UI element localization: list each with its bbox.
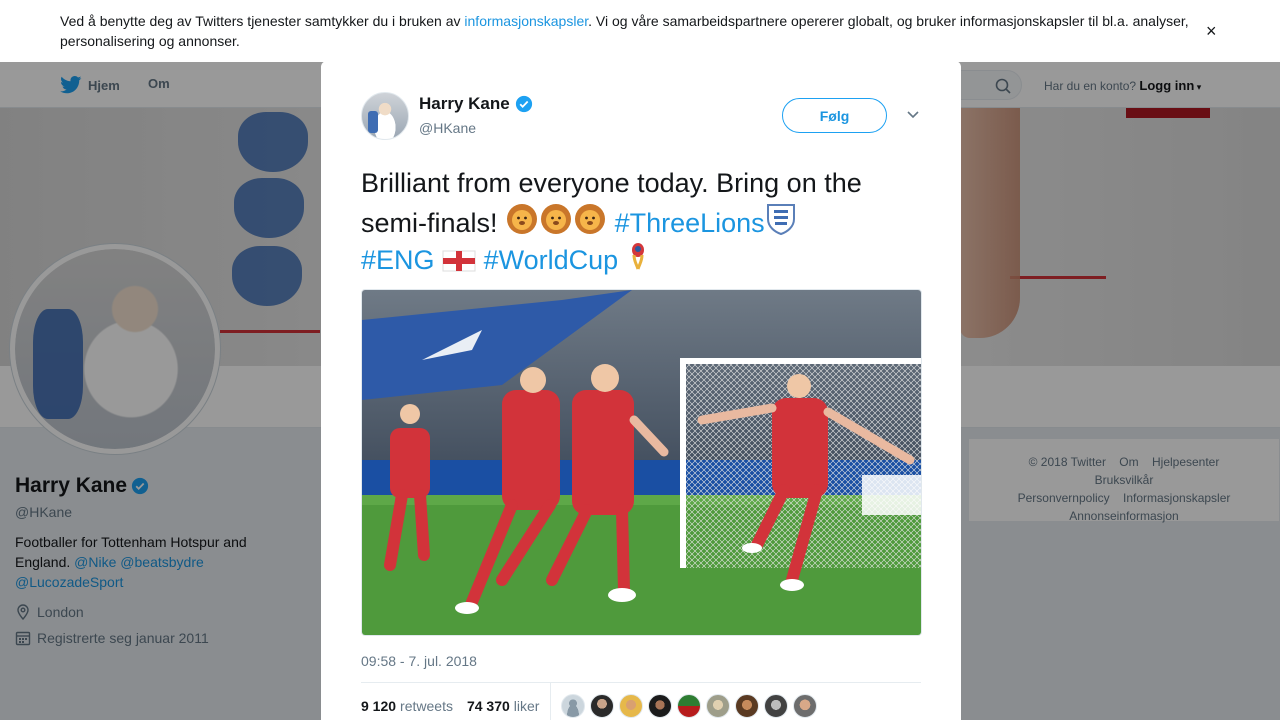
liker-avatar[interactable] — [677, 693, 702, 718]
tweet-text-line2: semi-finals! — [361, 207, 498, 238]
tweet-header: Harry Kane @HKane Følg — [361, 61, 921, 166]
liker-avatar[interactable] — [561, 693, 586, 718]
tweet-modal: Harry Kane @HKane Følg Brilliant from ev… — [321, 61, 961, 720]
liker-avatars — [561, 693, 818, 718]
retweets-count: 9 120 — [361, 697, 397, 714]
liker-avatar[interactable] — [590, 693, 615, 718]
tweet-text: Brilliant from everyone today. Bring on … — [361, 166, 921, 279]
author-name-text: Harry Kane — [419, 94, 510, 113]
lion-emoji-icon — [575, 203, 606, 234]
author-handle[interactable]: @HKane — [419, 120, 476, 136]
liker-avatar[interactable] — [648, 693, 673, 718]
lion-emoji-icon — [541, 203, 572, 234]
liker-avatar[interactable] — [735, 693, 760, 718]
hashtag-eng[interactable]: #ENG — [361, 245, 435, 275]
retweets-stat[interactable]: 9 120 retweets — [361, 698, 453, 714]
author-avatar[interactable] — [361, 92, 409, 140]
stats-divider — [550, 681, 552, 720]
liker-avatar[interactable] — [706, 693, 731, 718]
tweet-stats: 9 120 retweets 74 370 liker — [361, 681, 921, 720]
hashtag-worldcup[interactable]: #WorldCup — [484, 245, 619, 275]
liker-avatar[interactable] — [793, 693, 818, 718]
retweets-label: retweets — [400, 697, 453, 714]
tweet-text-line1: Brilliant from everyone today. Bring on … — [361, 168, 862, 198]
chevron-down-icon[interactable] — [906, 110, 920, 120]
celebration-photo — [362, 289, 921, 635]
follow-button[interactable]: Følg — [782, 98, 887, 133]
liker-avatar[interactable] — [764, 693, 789, 718]
liker-avatar[interactable] — [619, 693, 644, 718]
likes-label: liker — [513, 697, 540, 714]
close-icon[interactable] — [1234, 10, 1260, 36]
verified-badge-icon — [515, 95, 532, 113]
hashtag-threelions[interactable]: #ThreeLions — [615, 208, 765, 238]
england-flag-icon — [442, 250, 476, 272]
likes-stat[interactable]: 74 370 liker — [467, 698, 540, 714]
author-name[interactable]: Harry Kane — [419, 94, 533, 114]
cookie-close-button[interactable]: × — [1206, 22, 1217, 40]
world-cup-logo-icon — [631, 243, 644, 270]
cookie-text-before: Ved å benytte deg av Twitters tjenester … — [60, 13, 465, 29]
tweet-photo[interactable] — [361, 288, 922, 636]
lion-emoji-icon — [507, 203, 538, 234]
cookie-link[interactable]: informasjonskapsler — [464, 13, 588, 29]
cookie-banner: Ved å benytte deg av Twitters tjenester … — [0, 0, 1280, 62]
tweet-timestamp[interactable]: 09:58 - 7. jul. 2018 — [361, 653, 921, 669]
likes-count: 74 370 — [466, 697, 510, 714]
england-crest-icon — [766, 203, 795, 235]
